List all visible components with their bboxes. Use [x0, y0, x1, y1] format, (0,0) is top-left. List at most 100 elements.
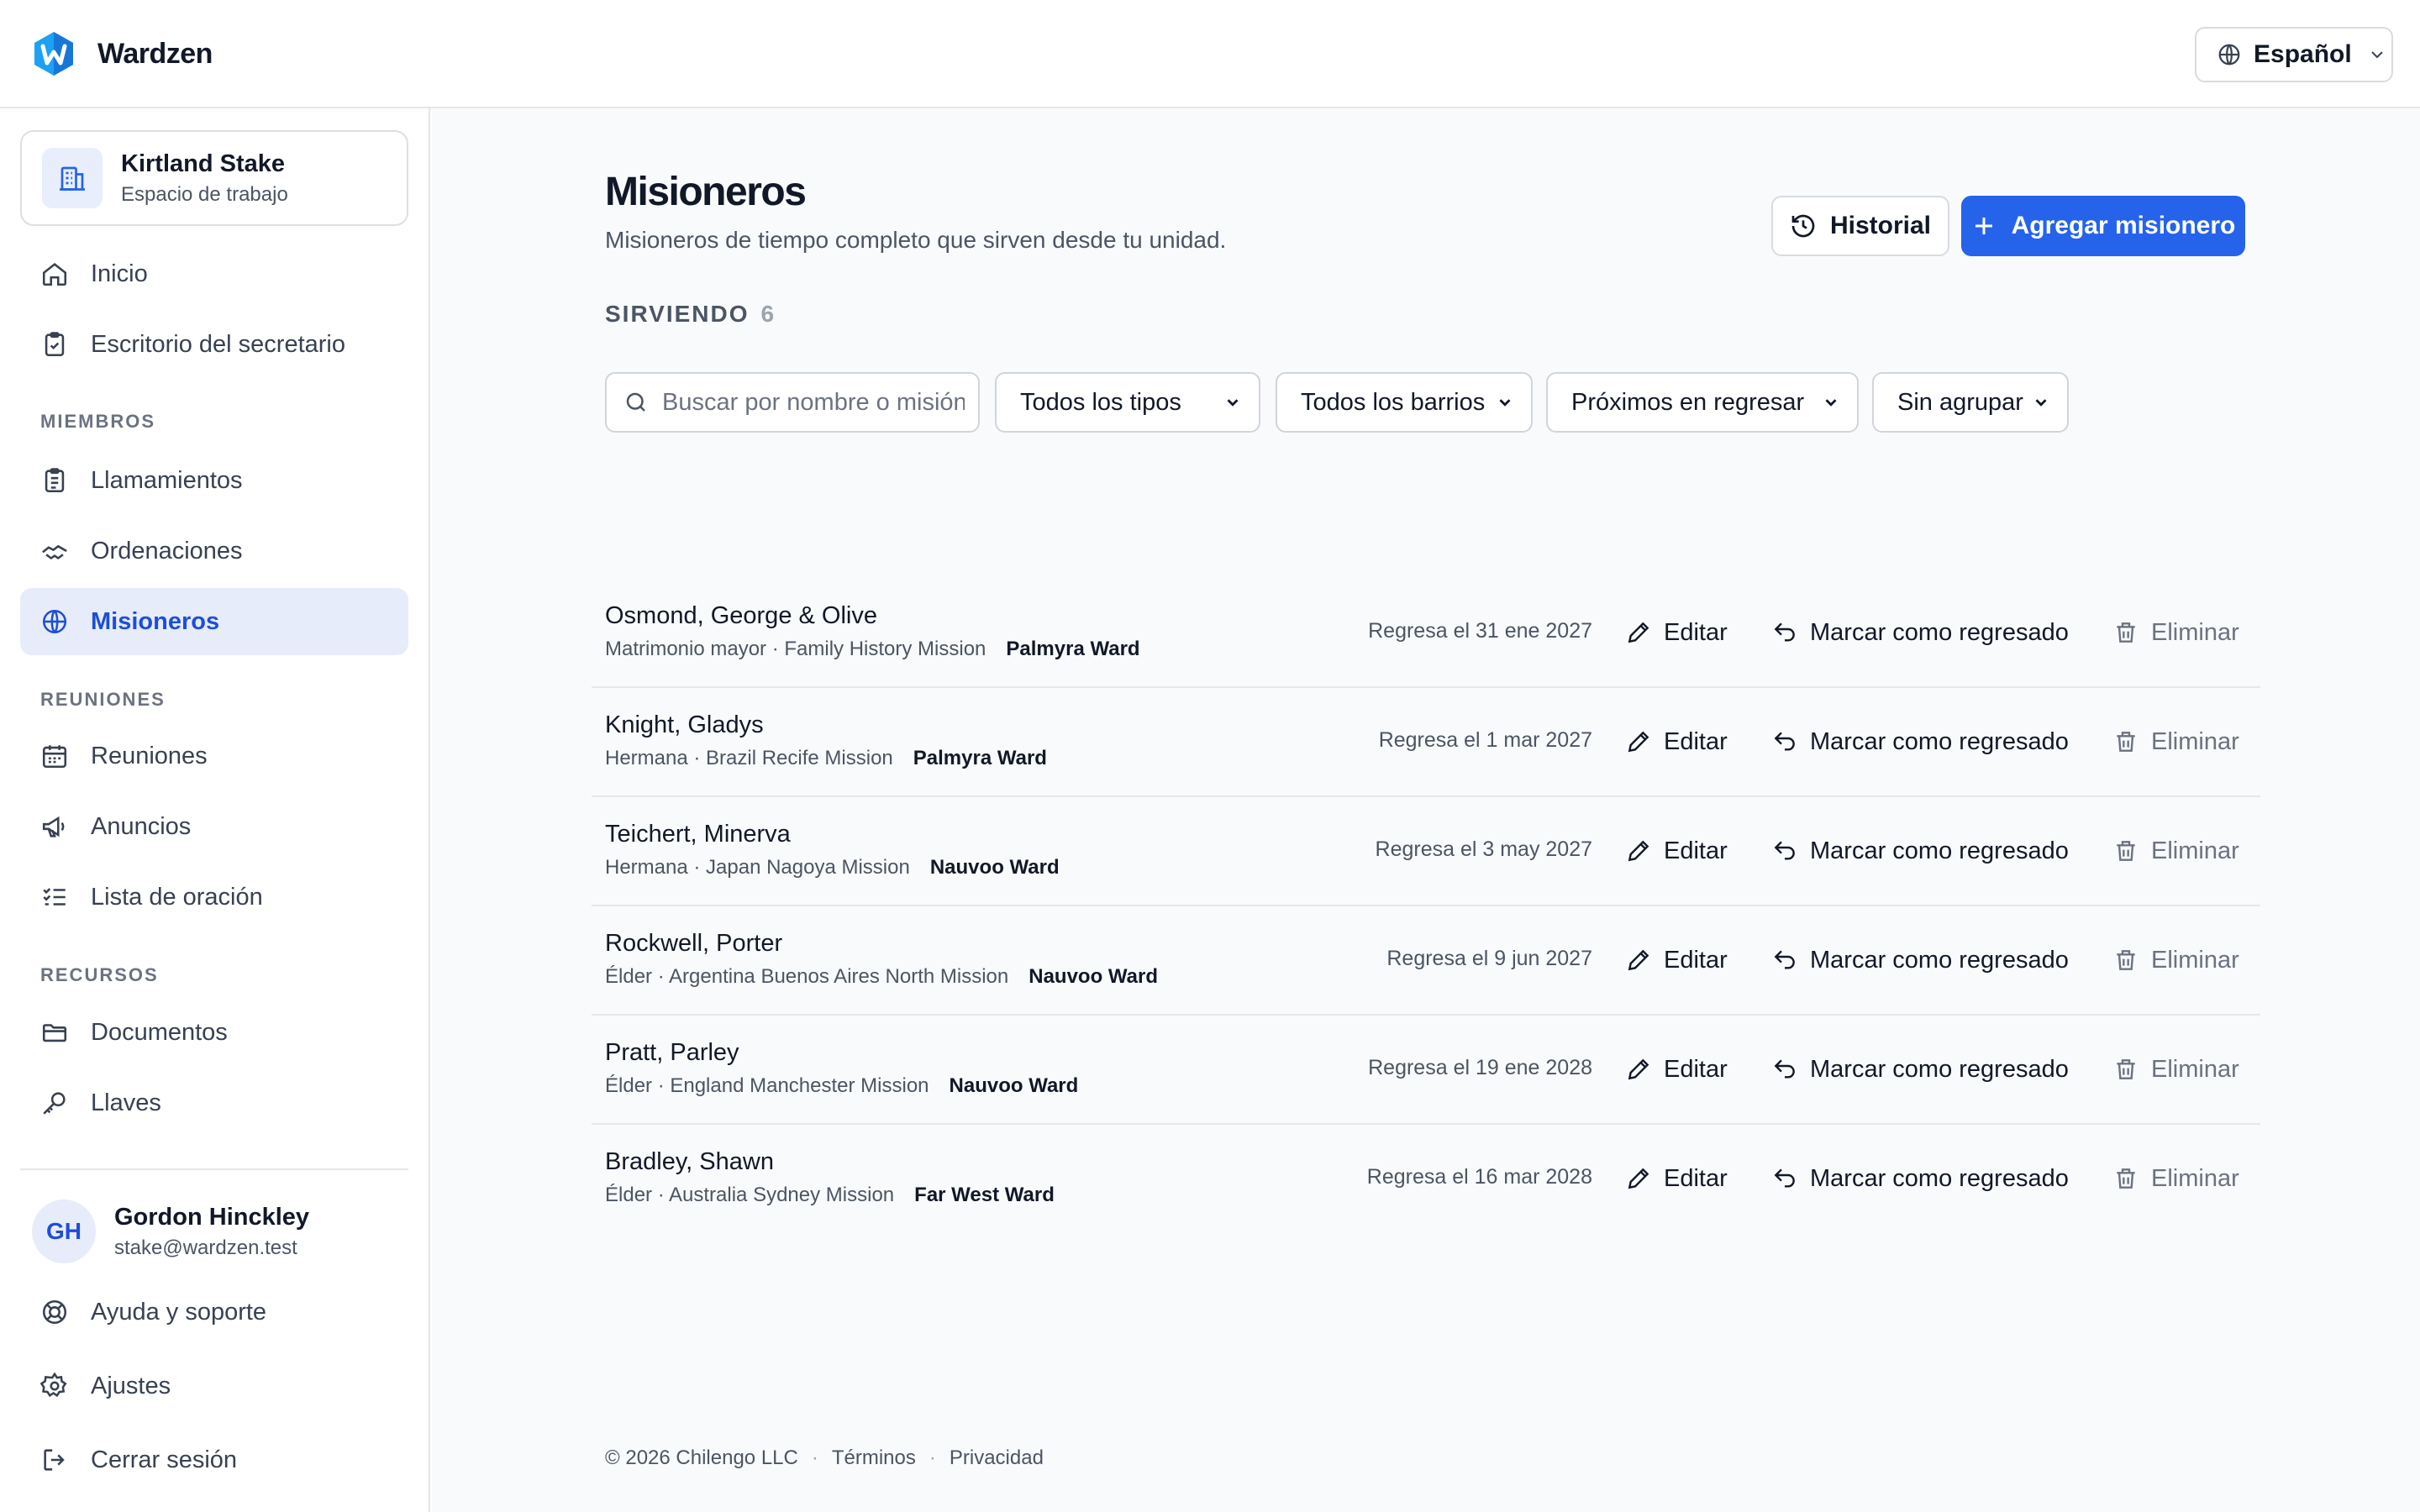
return-date: Regresa el 9 jun 2027	[1386, 947, 1592, 970]
missionary-name: Osmond, George & Olive	[605, 602, 877, 629]
sidebar-item-lista-oracion[interactable]: Lista de oración	[20, 864, 408, 931]
pencil-icon	[1628, 840, 1649, 862]
delete-button[interactable]: Eliminar	[2112, 937, 2239, 984]
search-box[interactable]	[605, 372, 980, 433]
mark-returned-label: Marcar como regresado	[1810, 618, 2069, 646]
mark-returned-button[interactable]: Marcar como regresado	[1771, 609, 2069, 656]
sidebar-item-llaves[interactable]: Llaves	[20, 1069, 408, 1137]
delete-button[interactable]: Eliminar	[2112, 827, 2239, 874]
home-icon	[42, 263, 67, 286]
mark-returned-label: Marcar como regresado	[1810, 1164, 2069, 1192]
sidebar-item-ordenaciones[interactable]: Ordenaciones	[20, 517, 408, 585]
trash-icon	[2117, 841, 2135, 861]
sidebar-item-label: Llamamientos	[91, 466, 243, 494]
sidebar-item-documentos[interactable]: Documentos	[20, 999, 408, 1066]
workspace-switcher[interactable]: Kirtland Stake Espacio de trabajo	[20, 130, 408, 226]
sidebar-item-label: Misioneros	[91, 607, 220, 635]
history-icon	[1791, 214, 1815, 238]
edit-label: Editar	[1664, 1164, 1728, 1192]
sidebar-item-ajustes[interactable]: Ajustes	[20, 1352, 408, 1420]
edit-button[interactable]: Editar	[1625, 1155, 1728, 1202]
page-title: Misioneros	[605, 170, 807, 214]
mark-returned-button[interactable]: Marcar como regresado	[1771, 827, 2069, 874]
group-select[interactable]: Sin agrupar	[1872, 372, 2069, 433]
sort-select[interactable]: Próximos en regresar	[1546, 372, 1859, 433]
sidebar-item-llamamientos[interactable]: Llamamientos	[20, 447, 408, 514]
type-filter-select[interactable]: Todos los tipos	[995, 372, 1260, 433]
missionary-meta: Élder · Argentina Buenos Aires North Mis…	[605, 965, 1009, 988]
trash-icon	[2117, 732, 2135, 752]
missionary-meta: Élder · Australia Sydney Mission	[605, 1184, 895, 1206]
missionary-ward: Nauvoo Ward	[1028, 965, 1159, 988]
brand[interactable]: Wardzen	[32, 30, 213, 77]
sidebar-item-misioneros[interactable]: Misioneros	[20, 588, 408, 655]
sort-value: Próximos en regresar	[1571, 388, 1805, 416]
mark-returned-button[interactable]: Marcar como regresado	[1771, 1046, 2069, 1093]
user-profile[interactable]: GH Gordon Hinckley stake@wardzen.test	[32, 1200, 309, 1263]
type-filter-value: Todos los tipos	[1020, 388, 1181, 416]
undo-icon	[1774, 1059, 1795, 1079]
section-label-reuniones: REUNIONES	[40, 689, 166, 710]
delete-button[interactable]: Eliminar	[2112, 1155, 2239, 1202]
delete-button[interactable]: Eliminar	[2112, 1046, 2239, 1093]
missionary-ward: Nauvoo Ward	[949, 1074, 1079, 1097]
search-icon	[626, 392, 645, 412]
sidebar-item-escritorio[interactable]: Escritorio del secretario	[20, 311, 408, 378]
wardzen-logo-icon	[34, 32, 73, 76]
ward-filter-select[interactable]: Todos los barrios	[1276, 372, 1533, 433]
sidebar-item-anuncios[interactable]: Anuncios	[20, 793, 408, 860]
privacy-link[interactable]: Privacidad	[950, 1446, 1044, 1469]
edit-button[interactable]: Editar	[1625, 1046, 1728, 1093]
missionary-meta: Élder · England Manchester Mission	[605, 1074, 929, 1097]
main-content: Misioneros Misioneros de tiempo completo…	[432, 108, 2420, 1512]
search-input[interactable]	[662, 388, 965, 417]
terms-link[interactable]: Términos	[832, 1446, 916, 1469]
missionary-name: Rockwell, Porter	[605, 930, 783, 957]
add-missionary-button[interactable]: Agregar misionero	[1961, 196, 2245, 256]
mark-returned-button[interactable]: Marcar como regresado	[1771, 937, 2069, 984]
sidebar-item-ayuda[interactable]: Ayuda y soporte	[20, 1278, 408, 1346]
undo-icon	[1774, 950, 1795, 969]
missionary-name: Teichert, Minerva	[605, 821, 791, 848]
user-name: Gordon Hinckley	[114, 1203, 310, 1231]
edit-label: Editar	[1664, 618, 1728, 646]
edit-button[interactable]: Editar	[1625, 609, 1728, 656]
edit-button[interactable]: Editar	[1625, 937, 1728, 984]
sidebar-item-label: Cerrar sesión	[91, 1446, 238, 1473]
mark-returned-button[interactable]: Marcar como regresado	[1771, 718, 2069, 765]
return-date: Regresa el 31 ene 2027	[1368, 619, 1592, 643]
sidebar-item-label: Ayuda y soporte	[91, 1298, 267, 1326]
mark-returned-button[interactable]: Marcar como regresado	[1771, 1155, 2069, 1202]
return-date: Regresa el 19 ene 2028	[1368, 1056, 1592, 1079]
folder-icon	[42, 1024, 67, 1042]
sidebar-item-inicio[interactable]: Inicio	[20, 240, 408, 307]
delete-label: Eliminar	[2151, 837, 2239, 864]
workspace-subtitle: Espacio de trabajo	[121, 182, 288, 206]
trash-icon	[2117, 1059, 2135, 1079]
pencil-icon	[1628, 731, 1649, 753]
sidebar-item-reuniones[interactable]: Reuniones	[20, 722, 408, 790]
chevron-down-icon	[1499, 399, 1511, 407]
edit-button[interactable]: Editar	[1625, 827, 1728, 874]
add-missionary-label: Agregar misionero	[2011, 212, 2236, 239]
sidebar-item-label: Reuniones	[91, 742, 208, 769]
delete-button[interactable]: Eliminar	[2112, 609, 2239, 656]
table-row: Osmond, George & Olive Matrimonio mayor …	[592, 579, 2260, 688]
undo-icon	[1774, 1168, 1795, 1188]
delete-button[interactable]: Eliminar	[2112, 718, 2239, 765]
history-button[interactable]: Historial	[1771, 196, 1949, 256]
edit-button[interactable]: Editar	[1625, 718, 1728, 765]
chevron-down-icon	[2370, 51, 2383, 59]
missionary-meta: Matrimonio mayor · Family History Missio…	[605, 638, 986, 660]
sidebar-item-cerrar-sesion[interactable]: Cerrar sesión	[20, 1426, 408, 1494]
return-date: Regresa el 1 mar 2027	[1378, 728, 1592, 752]
mark-returned-label: Marcar como regresado	[1810, 946, 2069, 974]
sidebar-item-label: Ajustes	[91, 1372, 171, 1399]
language-selector[interactable]: Español	[2195, 27, 2393, 82]
trash-icon	[2117, 622, 2135, 643]
megaphone-icon	[42, 816, 65, 837]
chevron-down-icon	[1825, 399, 1837, 407]
section-label-miembros: MIEMBROS	[40, 411, 155, 432]
missionary-meta: Hermana · Japan Nagoya Mission	[605, 856, 910, 879]
return-date: Regresa el 16 mar 2028	[1366, 1165, 1592, 1189]
